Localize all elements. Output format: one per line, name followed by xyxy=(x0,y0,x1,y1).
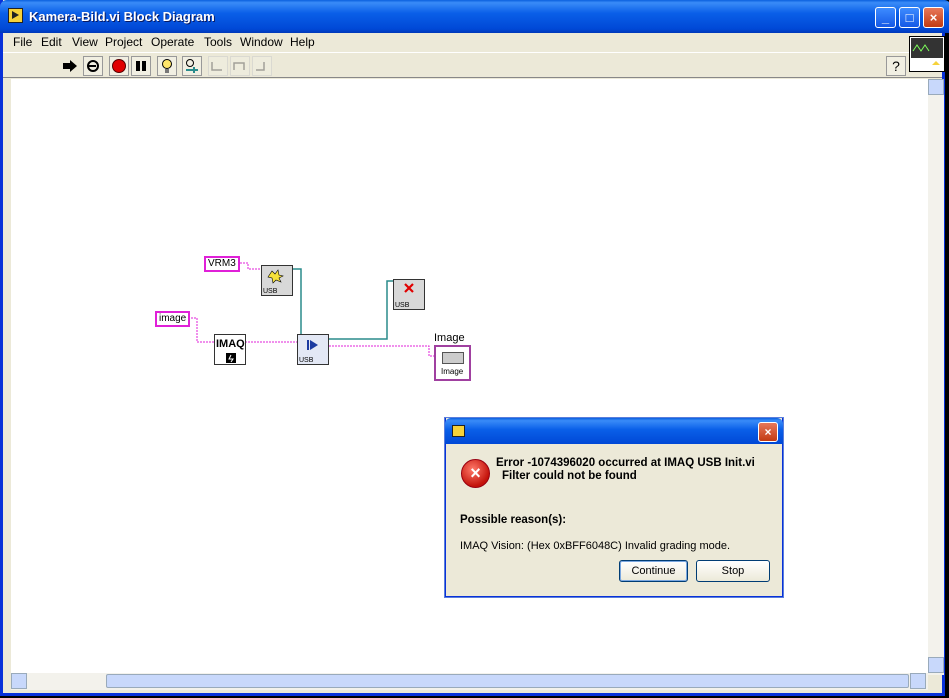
context-help-button[interactable]: ? xyxy=(886,56,906,76)
error-message: Error -1074396020 occurred at IMAQ USB I… xyxy=(496,457,755,469)
horizontal-scrollbar[interactable] xyxy=(11,673,928,690)
menu-view[interactable]: View xyxy=(72,35,98,49)
image-display-indicator[interactable]: Image xyxy=(434,345,471,381)
scroll-right-arrow-icon[interactable] xyxy=(910,673,926,689)
imaq-create-node[interactable]: IMAQ xyxy=(214,334,246,365)
imaq-node-label: IMAQ xyxy=(216,338,245,350)
image-name-constant[interactable]: image xyxy=(155,311,191,327)
retain-wire-values-icon[interactable] xyxy=(182,56,202,76)
labview-app-icon xyxy=(452,425,465,437)
toolbar: ? xyxy=(3,53,942,78)
menu-operate[interactable]: Operate xyxy=(151,35,194,49)
imaq-usb-grab-node[interactable]: USB xyxy=(297,334,329,365)
step-into-icon[interactable] xyxy=(208,56,228,76)
menu-project[interactable]: Project xyxy=(105,35,142,49)
title-bar[interactable]: Kamera-Bild.vi Block Diagram _ □ × xyxy=(0,0,949,33)
menu-tools[interactable]: Tools xyxy=(204,35,232,49)
usb-node-label: USB xyxy=(395,302,410,309)
step-over-icon[interactable] xyxy=(230,56,250,76)
close-button[interactable]: × xyxy=(923,7,944,28)
image-display-icon xyxy=(442,352,464,364)
horizontal-scroll-thumb[interactable] xyxy=(106,674,909,688)
highlight-execution-icon[interactable] xyxy=(157,56,177,76)
menu-bar: File Edit View Project Operate Tools Win… xyxy=(3,33,942,53)
stop-button[interactable]: Stop xyxy=(696,560,770,582)
usb-node-label: USB xyxy=(299,357,314,364)
abort-icon[interactable] xyxy=(109,56,129,76)
reason-text: IMAQ Vision: (Hex 0xBFF6048C) Invalid gr… xyxy=(460,540,731,552)
scroll-down-arrow-icon[interactable] xyxy=(928,657,944,673)
vertical-scrollbar[interactable] xyxy=(928,79,944,675)
menu-help[interactable]: Help xyxy=(290,35,315,49)
error-dialog: × × Error -1074396020 occurred at IMAQ U… xyxy=(445,418,783,597)
menu-file[interactable]: File xyxy=(13,35,32,49)
indicator-label: Image xyxy=(441,367,464,376)
menu-window[interactable]: Window xyxy=(240,35,283,49)
imaq-usb-init-node[interactable]: USB xyxy=(261,265,293,296)
pause-icon[interactable] xyxy=(131,56,151,76)
error-icon: × xyxy=(461,459,490,488)
scroll-up-arrow-icon[interactable] xyxy=(928,79,944,95)
imaq-usb-close-node[interactable]: USB xyxy=(393,279,425,310)
dialog-close-button[interactable]: × xyxy=(758,422,778,442)
window-title: Kamera-Bild.vi Block Diagram xyxy=(29,9,215,24)
menu-edit[interactable]: Edit xyxy=(41,35,62,49)
run-continuous-icon[interactable] xyxy=(83,56,103,76)
scroll-left-arrow-icon[interactable] xyxy=(11,673,27,689)
error-detail: Filter could not be found xyxy=(502,470,637,482)
reason-heading: Possible reason(s): xyxy=(460,514,567,526)
maximize-button[interactable]: □ xyxy=(899,7,920,28)
usb-node-label: USB xyxy=(263,288,278,295)
continue-button[interactable]: Continue xyxy=(619,560,688,582)
labview-app-icon[interactable] xyxy=(8,8,23,23)
camera-name-constant[interactable]: VRM3 xyxy=(204,256,240,272)
vi-connector-pane-icon[interactable] xyxy=(909,36,945,72)
image-indicator-title: Image xyxy=(434,332,465,344)
minimize-button[interactable]: _ xyxy=(875,7,896,28)
run-arrow-icon[interactable] xyxy=(60,56,80,76)
dialog-title-bar[interactable]: × xyxy=(445,418,783,444)
step-out-icon[interactable] xyxy=(252,56,272,76)
